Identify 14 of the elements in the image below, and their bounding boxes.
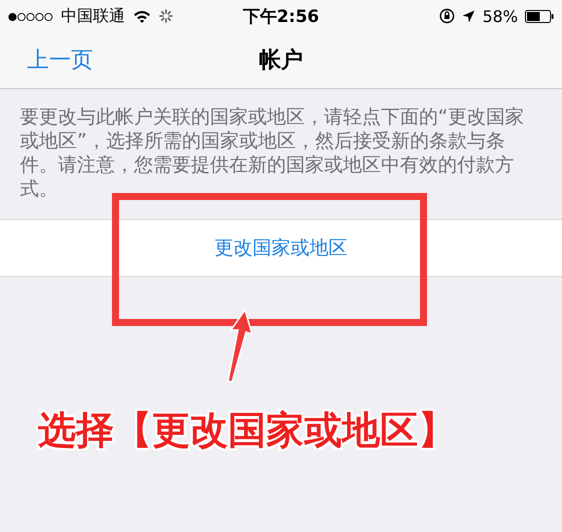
back-button[interactable]: 上一页 xyxy=(0,45,93,75)
wifi-icon xyxy=(133,10,151,22)
description-text: 要更改与此帐户关联的国家或地区，请轻点下面的“更改国家或地区”，选择所需的国家或地区，然后接受新的条款与条件。请注意，您需要提供在新的国家或地区中有效的付款方式。 xyxy=(19,105,525,202)
rotation-lock-icon xyxy=(439,8,456,24)
clock-time: 下午2:56 xyxy=(242,6,320,28)
page-title: 帐户 xyxy=(259,47,303,75)
location-arrow-icon xyxy=(462,10,476,22)
battery-percent: 58% xyxy=(482,6,518,26)
signal-icon xyxy=(8,12,53,22)
annotation-caption: 选择【更改国家或地区】 xyxy=(38,407,456,454)
battery-icon xyxy=(525,10,554,22)
carrier-name: 中国联通 xyxy=(61,6,125,26)
spinner-icon xyxy=(159,9,173,23)
change-region-button[interactable]: 更改国家或地区 xyxy=(204,231,358,265)
